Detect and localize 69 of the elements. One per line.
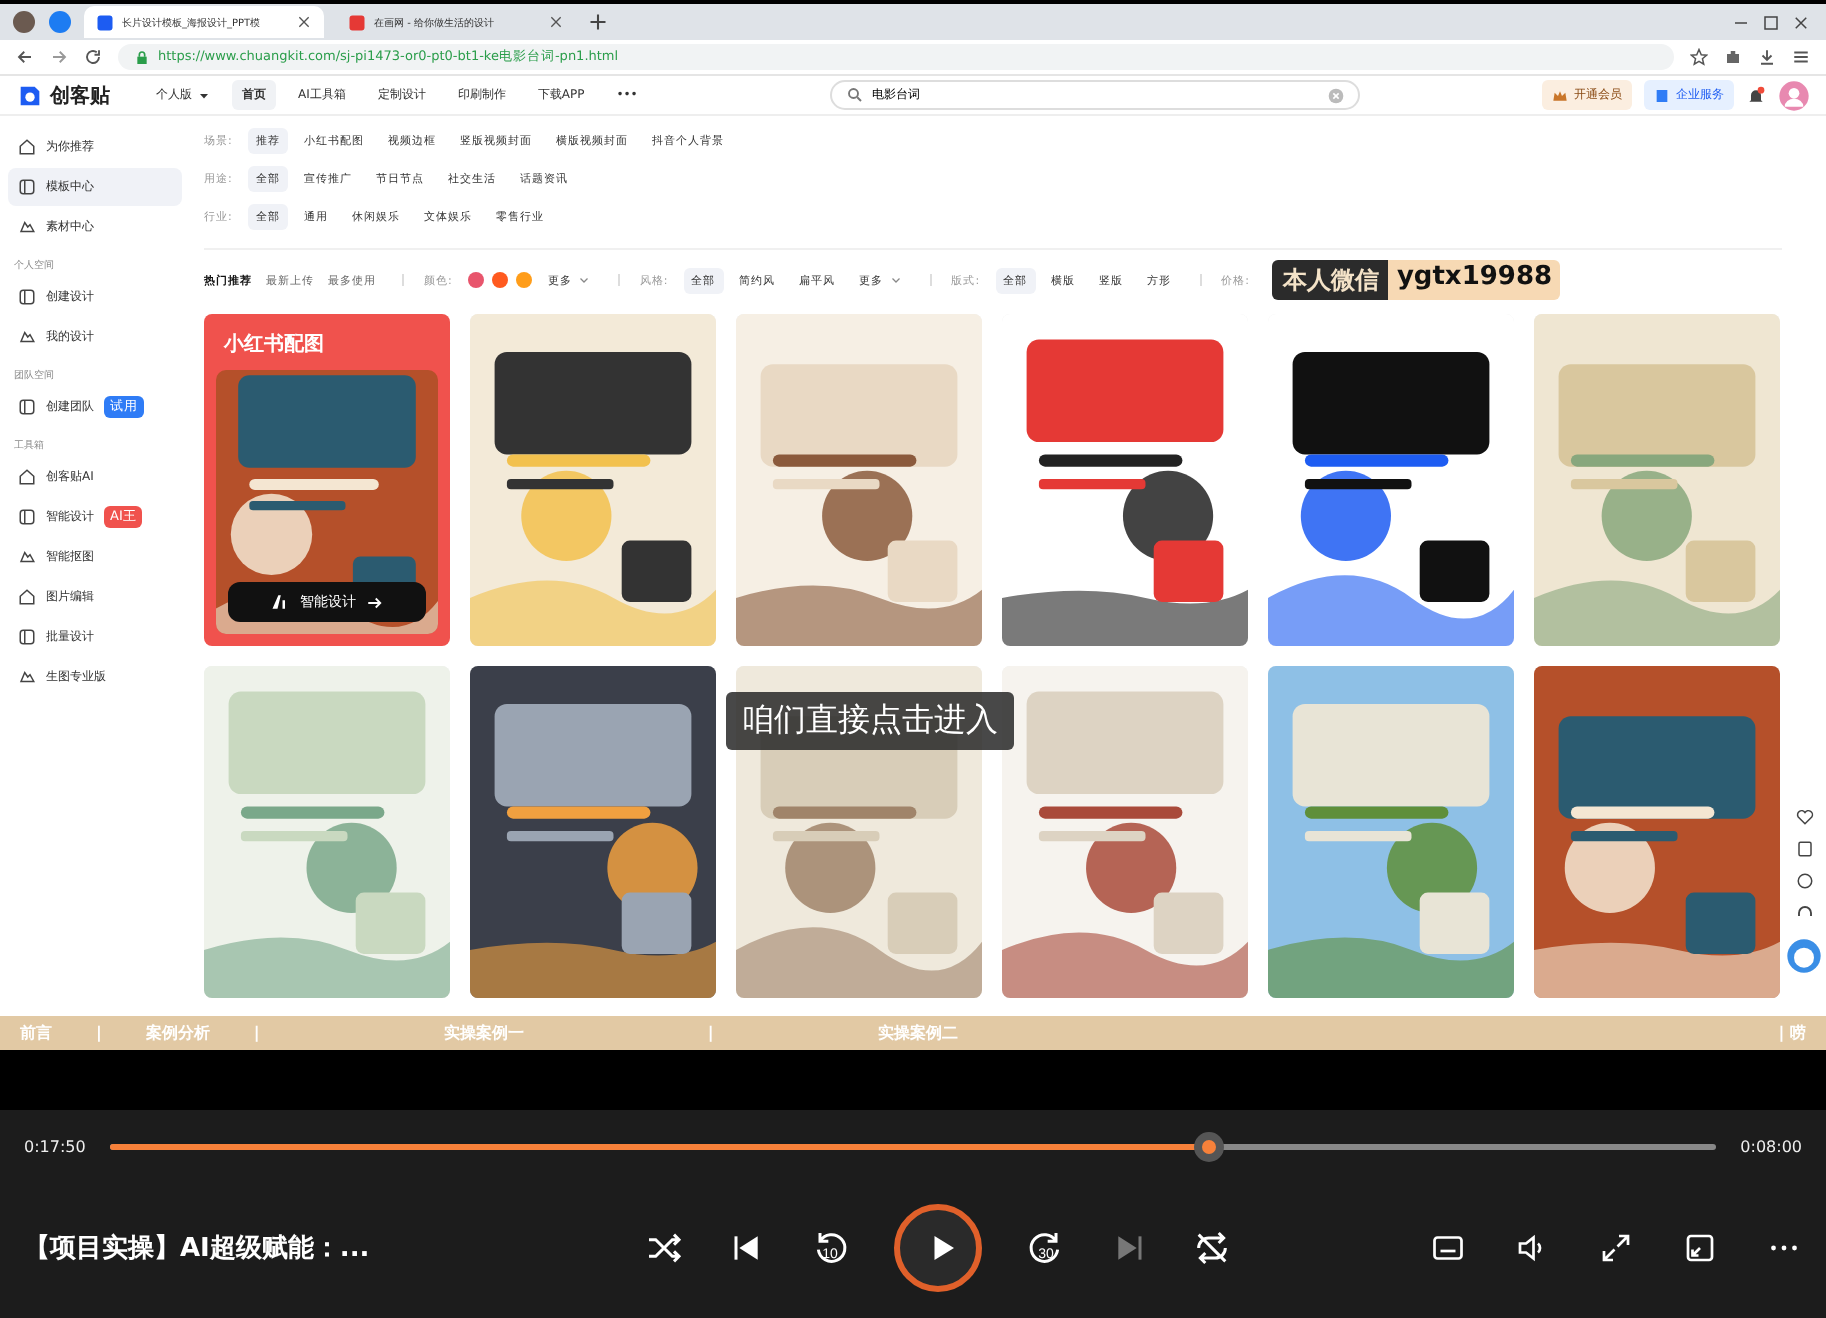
seek-handle[interactable] [1194, 1131, 1225, 1161]
menu-icon[interactable] [1792, 48, 1810, 66]
caret-icon [889, 274, 902, 286]
logo-icon [16, 81, 44, 109]
download-icon[interactable] [1758, 48, 1776, 66]
menu-item-icon [18, 138, 36, 156]
feedback-icon[interactable] [1795, 840, 1813, 858]
menu-item-icon [18, 628, 36, 646]
page-icon [348, 13, 366, 31]
color-swatch[interactable] [467, 272, 484, 288]
ai-icon [270, 592, 290, 612]
reload-icon[interactable] [84, 48, 102, 66]
menu-item-icon [18, 548, 36, 566]
star-icon[interactable] [1690, 48, 1708, 66]
caret-icon [577, 274, 590, 286]
chapter-label: | [707, 1024, 714, 1042]
video-title: 【项目实操】AI超级赋能：... [24, 1231, 372, 1266]
close-icon[interactable] [548, 14, 564, 30]
menu-item-icon [18, 218, 36, 236]
logo-text[interactable]: 创客贴 [50, 81, 110, 109]
page-icon [96, 13, 114, 31]
menu-item-icon [18, 178, 36, 196]
contact-banner: 本人微信 ygtx19988 [1272, 260, 1561, 300]
menu-item-icon [18, 588, 36, 606]
browser-icon[interactable] [48, 10, 72, 34]
chapter-label: | 唠 [1778, 1022, 1806, 1044]
back-icon[interactable] [16, 48, 34, 66]
lock-icon [134, 49, 150, 65]
forward-icon[interactable] [50, 48, 68, 66]
subtitle-caption: 咱们直接点击进入 [726, 692, 1014, 750]
card-title: 小红书配图 [221, 331, 326, 360]
shuffle-icon[interactable] [644, 1228, 684, 1268]
remaining-time: 0:08:00 [1740, 1137, 1802, 1155]
fullscreen-icon[interactable] [1598, 1230, 1634, 1266]
maximize-icon[interactable] [1762, 13, 1780, 31]
chapter-label: 实操案例二 [877, 1022, 958, 1044]
chapter-label: 前言 [20, 1022, 52, 1044]
help-icon[interactable] [1795, 872, 1813, 890]
caret-icon [198, 89, 210, 101]
building-icon [1654, 87, 1670, 103]
play-button[interactable] [894, 1204, 982, 1292]
extensions-icon[interactable] [1724, 48, 1742, 66]
menu-item-icon [18, 288, 36, 306]
mini-player-icon[interactable] [1682, 1230, 1718, 1266]
repeat-off-icon[interactable] [1192, 1228, 1232, 1268]
subtitles-icon[interactable] [1430, 1230, 1466, 1266]
menu-item-icon [18, 668, 36, 686]
close-icon[interactable] [1792, 13, 1810, 31]
chapter-label: | [96, 1024, 102, 1042]
chapter-label: | [253, 1024, 260, 1042]
menu-item-icon [18, 468, 36, 486]
elapsed-time: 0:17:50 [24, 1137, 86, 1155]
chapter-label: 实操案例一 [443, 1022, 524, 1044]
add-tab-icon[interactable] [588, 12, 608, 32]
avatar-icon [12, 10, 36, 34]
color-swatch[interactable] [491, 272, 508, 288]
crown-icon [1552, 87, 1568, 103]
search-icon [845, 86, 864, 104]
menu-item-icon [18, 328, 36, 346]
menu-item-icon [18, 508, 36, 526]
arrow-icon [366, 593, 384, 611]
bell-icon[interactable] [1746, 85, 1766, 105]
seek-bar[interactable] [109, 1131, 1717, 1161]
color-swatch[interactable] [515, 272, 532, 288]
heart-icon[interactable] [1795, 808, 1813, 826]
menu-item-icon [18, 398, 36, 416]
chapter-label: 案例分析 [145, 1022, 210, 1044]
close-icon[interactable] [296, 14, 312, 30]
mascot-icon[interactable] [1784, 936, 1824, 976]
